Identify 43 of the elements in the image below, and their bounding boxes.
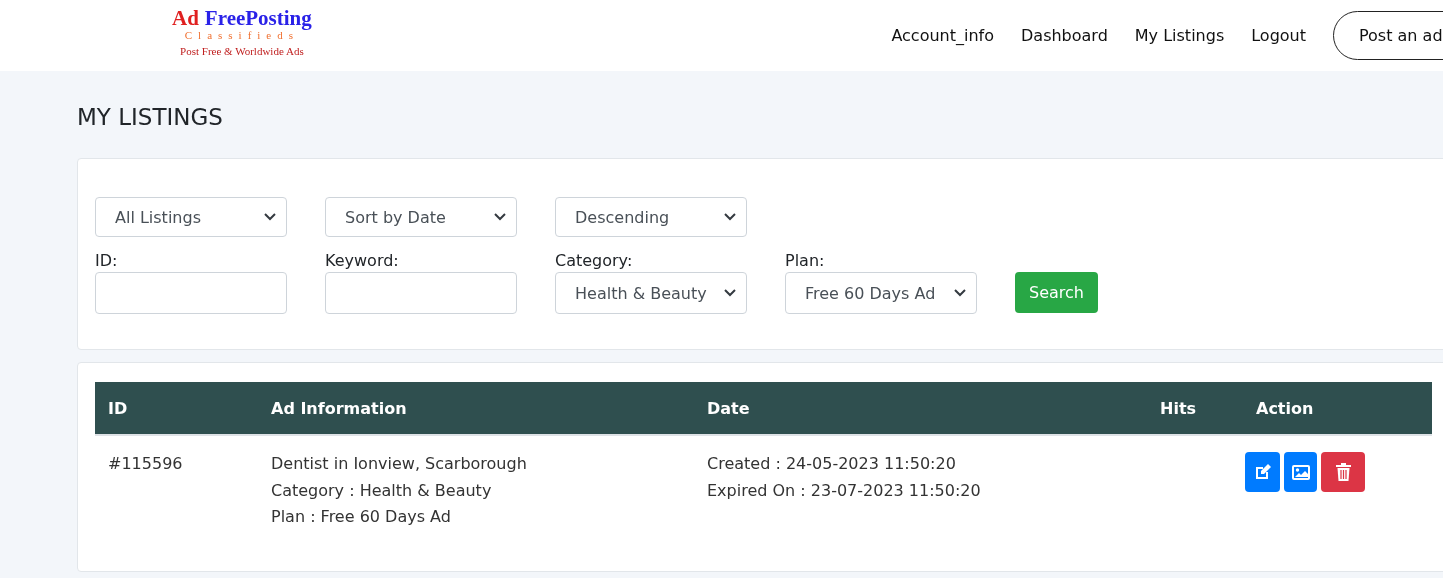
nav-link[interactable]: My Listings bbox=[1134, 26, 1225, 45]
dropdown[interactable]: Descending bbox=[555, 197, 747, 237]
column-header: Action bbox=[1255, 398, 1315, 418]
date-line: Created : 24-05-2023 11:50:20 bbox=[707, 453, 957, 475]
ad-info-line: Plan : Free 60 Days Ad bbox=[271, 506, 452, 528]
nav-link[interactable]: Account_info bbox=[891, 26, 994, 45]
image-button[interactable] bbox=[1284, 452, 1317, 492]
chevron-down-icon bbox=[494, 213, 506, 221]
column-header: Date bbox=[706, 398, 751, 418]
logo-text: Ad bbox=[172, 8, 199, 29]
image-icon bbox=[1291, 464, 1310, 480]
column-header: Hits bbox=[1159, 398, 1198, 418]
dropdown[interactable]: Health & Beauty bbox=[555, 272, 747, 314]
column-header: Ad Information bbox=[270, 398, 408, 418]
ad-info-line: Dentist in Ionview, Scarborough bbox=[271, 453, 528, 475]
dropdown[interactable]: Sort by Date bbox=[325, 197, 517, 237]
nav-link[interactable]: Dashboard bbox=[1021, 26, 1108, 45]
dropdown[interactable]: All Listings bbox=[95, 197, 287, 237]
chevron-down-icon bbox=[724, 289, 736, 297]
field-label: Keyword: bbox=[325, 251, 400, 270]
logo-text: FreePosting bbox=[204, 8, 312, 29]
nav-link[interactable]: Logout bbox=[1251, 26, 1306, 45]
field-label: ID: bbox=[95, 251, 119, 270]
date-line: Expired On : 23-07-2023 11:50:20 bbox=[707, 479, 982, 502]
field-label: Plan: bbox=[785, 251, 826, 270]
edit-icon bbox=[1253, 463, 1272, 481]
column-header: ID bbox=[107, 398, 129, 418]
ad-info-line: Category : Health & Beauty bbox=[271, 479, 493, 502]
table-cell-text: #115596 bbox=[107, 453, 184, 475]
delete-button[interactable] bbox=[1321, 452, 1365, 492]
input-field[interactable] bbox=[325, 272, 517, 314]
chevron-down-icon bbox=[954, 289, 966, 297]
logo-tagline: Post Free & Worldwide Ads bbox=[180, 46, 304, 57]
field-label: Category: bbox=[555, 251, 634, 270]
trash-icon bbox=[1335, 463, 1351, 481]
edit-button[interactable] bbox=[1245, 452, 1280, 492]
input-field[interactable] bbox=[95, 272, 287, 314]
dropdown[interactable]: Free 60 Days Ad bbox=[785, 272, 977, 314]
chevron-down-icon bbox=[724, 213, 736, 221]
post-ad-button[interactable]: Post an ad bbox=[1333, 11, 1443, 60]
logo-subtitle: Classifieds bbox=[184, 30, 300, 41]
page-title: MY LISTINGS bbox=[77, 104, 224, 130]
chevron-down-icon bbox=[264, 213, 276, 221]
